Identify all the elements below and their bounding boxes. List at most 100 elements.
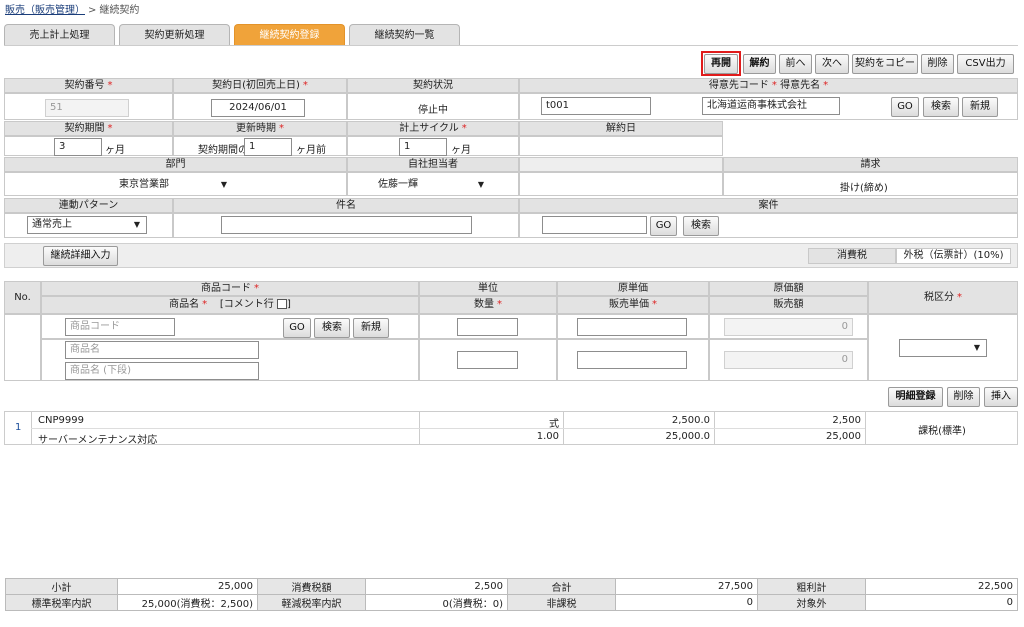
pattern-header: 連動パターン	[4, 198, 173, 213]
gross-profit-value: 22,500	[865, 578, 1018, 595]
continuous-detail-button[interactable]: 継続詳細入力	[43, 246, 118, 266]
breadcrumb: 販売（販売管理） > 継続契約	[5, 1, 139, 16]
renewal-prefix: 契約期間の	[198, 145, 248, 156]
sell-price-input[interactable]	[577, 351, 687, 369]
unit-input[interactable]	[457, 318, 518, 336]
project-search-button[interactable]: 検索	[683, 216, 719, 236]
resume-highlight	[701, 51, 741, 76]
product-name-input[interactable]: 商品名	[65, 341, 259, 359]
standard-rate-value: 25,000(消費税：2,500)	[117, 594, 258, 611]
cycle-unit: ヶ月	[451, 145, 471, 156]
line-sales-amount: 25,000	[826, 431, 861, 442]
tax-exempt-label: 非課税	[507, 594, 616, 611]
insert-line-button[interactable]: 挿入	[984, 387, 1018, 407]
tax-amount-value: 2,500	[365, 578, 508, 595]
line-code: CNP9999	[38, 415, 84, 426]
subject-field[interactable]	[221, 216, 472, 234]
cost-amount-field: 0	[724, 318, 853, 336]
contract-no-header: 契約番号 *	[4, 78, 173, 93]
period-field[interactable]: 3	[54, 138, 102, 156]
totals-table: 小計 25,000 消費税額 2,500 合計 27,500 粗利計 22,50…	[5, 578, 1018, 611]
reduced-rate-label: 軽減税率内訳	[257, 594, 366, 611]
col-no: No.	[4, 281, 41, 314]
staff-select[interactable]: 佐藤一輝 ▼	[373, 176, 491, 194]
tab-contract-renewal[interactable]: 契約更新処理	[119, 24, 230, 46]
subtotal-label: 小計	[5, 578, 118, 595]
renewal-unit: ヶ月前	[296, 145, 326, 156]
register-line-button[interactable]: 明細登録	[888, 387, 943, 407]
billing-value: 掛け(締め)	[840, 183, 888, 194]
tab-continuous-contract-list[interactable]: 継続契約一覧	[349, 24, 460, 46]
cycle-field[interactable]: 1	[399, 138, 447, 156]
customer-code-field[interactable]: t001	[541, 97, 651, 115]
col-tax-type: 税区分 *	[868, 281, 1018, 314]
prev-button[interactable]: 前へ	[779, 54, 812, 74]
subtotal-value: 25,000	[117, 578, 258, 595]
gross-profit-label: 粗利計	[757, 578, 866, 595]
customer-search-button[interactable]: 検索	[923, 97, 959, 117]
breadcrumb-current: 継続契約	[99, 5, 140, 16]
status-header: 契約状況	[347, 78, 519, 93]
customer-header: 得意先コード * 得意先名 *	[519, 78, 1018, 93]
col-product-name: 商品名 * [コメント行 ]	[41, 296, 419, 314]
line-name: サーバーメンテナンス対応	[38, 435, 158, 446]
dept-select[interactable]: 東京営業部 ▼	[114, 176, 234, 194]
line-cost-price: 2,500.0	[671, 415, 710, 426]
breadcrumb-separator: >	[88, 5, 97, 16]
customer-name-field[interactable]: 北海道运商事株式会社	[702, 97, 840, 115]
product-code-input[interactable]: 商品コード	[65, 318, 175, 336]
contract-date-field[interactable]: 2024/06/01	[211, 99, 305, 117]
cancel-contract-button[interactable]: 解約	[743, 54, 776, 74]
standard-rate-label: 標準税率内訳	[5, 594, 118, 611]
col-cost-price: 原単価	[557, 281, 709, 296]
delete-line-button[interactable]: 削除	[947, 387, 980, 407]
tax-label: 消費税	[808, 248, 896, 264]
sales-amount-field: 0	[724, 351, 853, 369]
next-button[interactable]: 次へ	[815, 54, 849, 74]
col-product-code: 商品コード *	[41, 281, 419, 296]
customer-new-button[interactable]: 新規	[962, 97, 998, 117]
col-unit: 単位	[419, 281, 557, 296]
project-header: 案件	[519, 198, 1018, 213]
chevron-down-icon: ▼	[220, 180, 227, 189]
line-cost-amount: 2,500	[832, 415, 861, 426]
project-field[interactable]	[542, 216, 647, 234]
chevron-down-icon: ▼	[477, 180, 484, 189]
product-name2-input[interactable]: 商品名 (下段)	[65, 362, 259, 380]
staff-header: 自社担当者	[347, 157, 519, 172]
breadcrumb-parent-link[interactable]: 販売（販売管理）	[5, 5, 85, 16]
line-unit: 式	[549, 419, 559, 430]
line-tax-type: 課税(標準)	[918, 426, 966, 437]
product-go-button[interactable]: GO	[283, 318, 311, 338]
col-sell-price: 販売単価 *	[557, 296, 709, 314]
product-search-button[interactable]: 検索	[314, 318, 350, 338]
tab-continuous-contract-registration[interactable]: 継続契約登録	[234, 24, 345, 46]
copy-contract-button[interactable]: 契約をコピー	[852, 54, 918, 74]
pattern-select[interactable]: 通常売上 ▼	[27, 216, 147, 234]
tax-exempt-value: 0	[615, 594, 758, 611]
product-new-button[interactable]: 新規	[353, 318, 389, 338]
billing-header: 請求	[723, 157, 1018, 172]
qty-input[interactable]	[457, 351, 518, 369]
renewal-field[interactable]: 1	[244, 138, 292, 156]
tab-sales-posting[interactable]: 売上計上処理	[4, 24, 115, 46]
period-header: 契約期間 *	[4, 121, 173, 136]
csv-export-button[interactable]: CSV出力	[957, 54, 1014, 74]
col-cost-amount: 原価額	[709, 281, 868, 296]
col-qty: 数量 *	[419, 296, 557, 314]
chevron-down-icon: ▼	[133, 220, 140, 229]
status-value: 停止中	[418, 105, 448, 116]
project-go-button[interactable]: GO	[650, 216, 677, 236]
tax-type-select[interactable]: ▼	[899, 339, 987, 357]
tax-value: 外税（伝票計）(10%)	[896, 248, 1011, 264]
contract-date-header: 契約日(初回売上日) *	[173, 78, 347, 93]
reduced-rate-value: 0(消費税：0)	[365, 594, 508, 611]
delete-button[interactable]: 削除	[921, 54, 954, 74]
cost-price-input[interactable]	[577, 318, 687, 336]
total-label: 合計	[507, 578, 616, 595]
comment-row-checkbox[interactable]	[276, 299, 287, 309]
dept-header: 部門	[4, 157, 347, 172]
customer-go-button[interactable]: GO	[891, 97, 919, 117]
renewal-header: 更新時期 *	[173, 121, 347, 136]
line-sell-price: 25,000.0	[665, 431, 710, 442]
